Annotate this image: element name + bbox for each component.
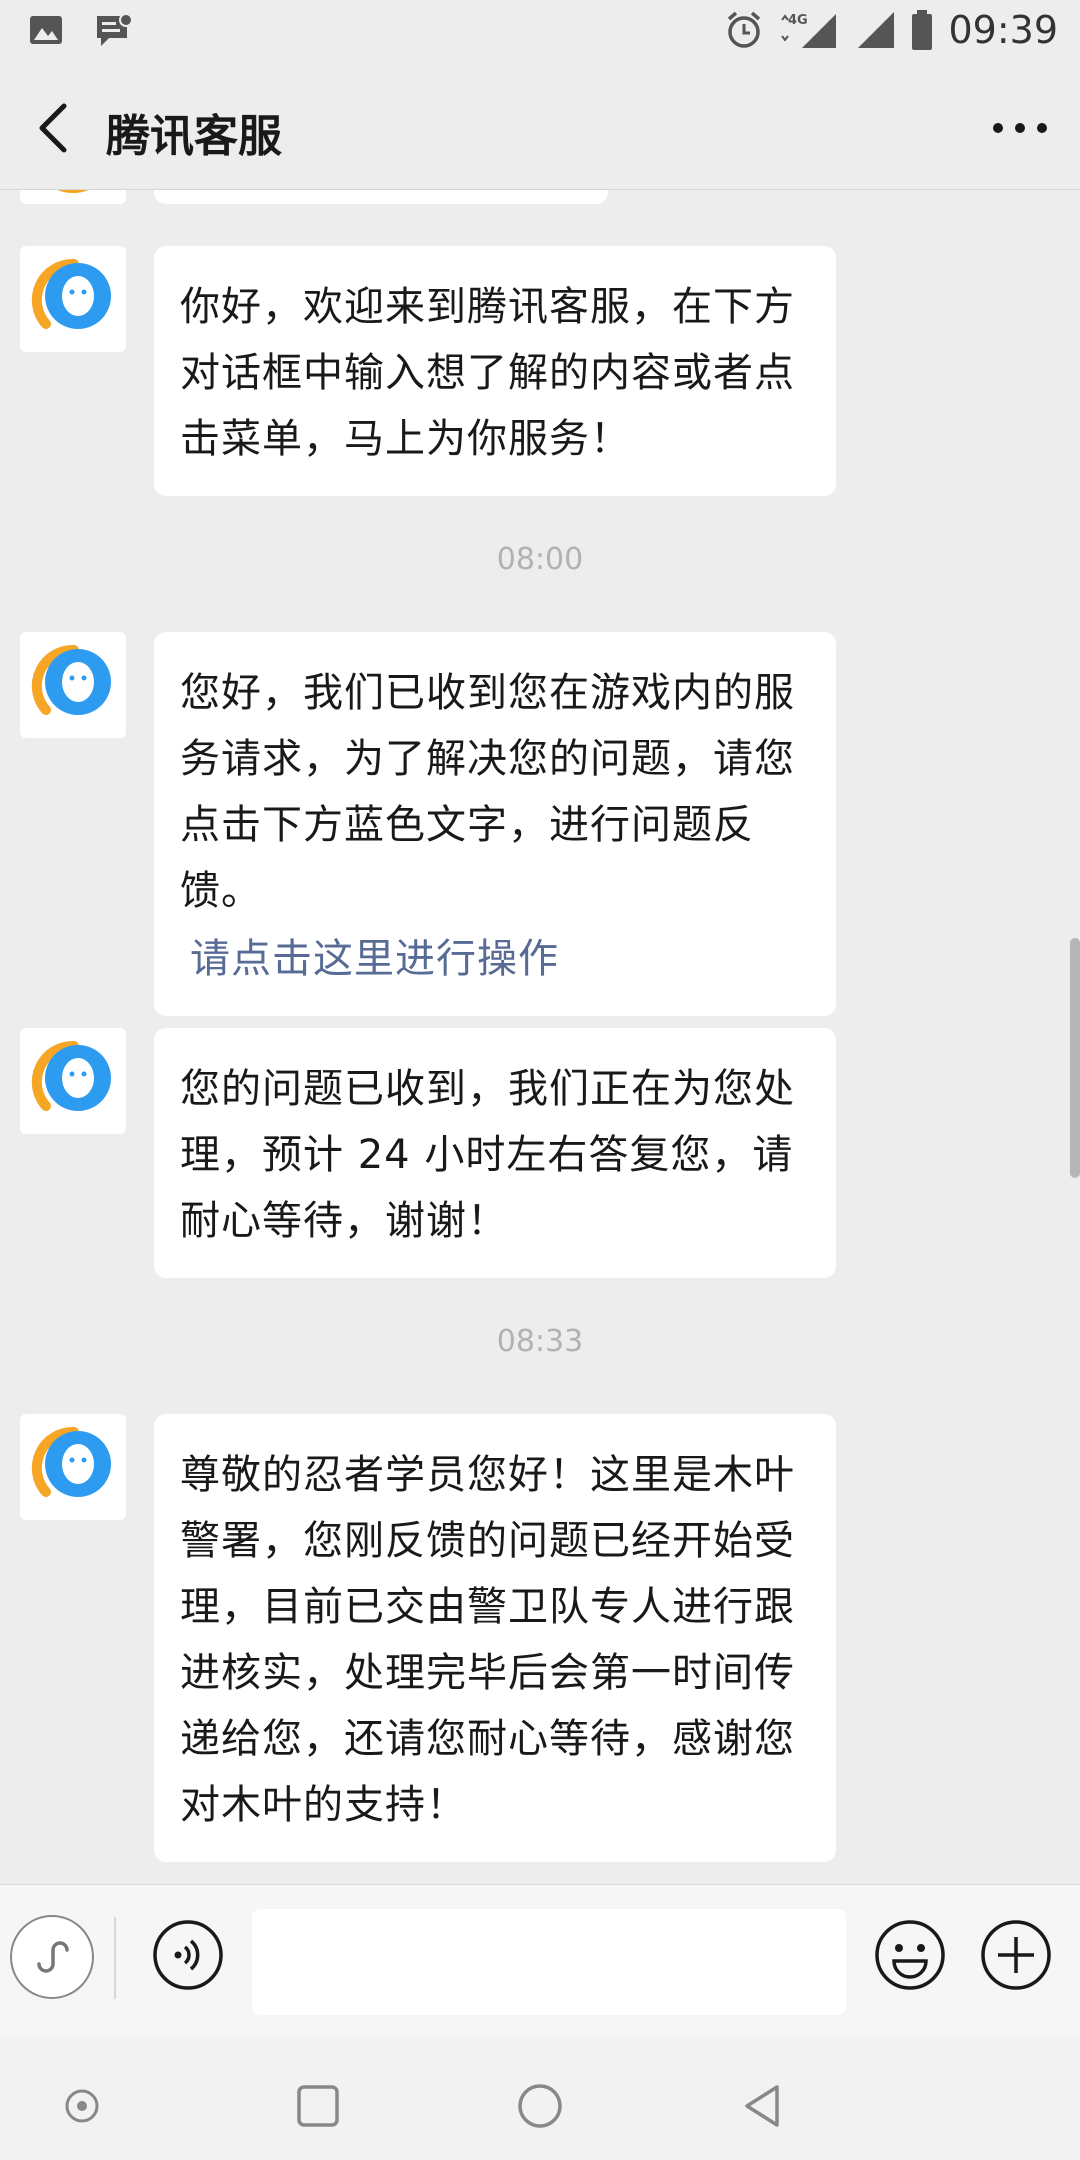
message-bubble: 您好，我们已收到您在游戏内的服务请求，为了解决您的问题，请您点击下方蓝色文字，进… (154, 632, 836, 1016)
recent-apps-icon (297, 2085, 339, 2127)
avatar[interactable] (20, 246, 126, 352)
message-bubble: 您的问题已收到，我们正在为您处理，预计 24 小时左右答复您，请耐心等待，谢谢！ (154, 1028, 836, 1278)
back-arrow-icon (39, 103, 67, 153)
assistant-nav-button[interactable] (52, 2076, 112, 2136)
signal-icon (858, 12, 895, 48)
emoji-button[interactable] (874, 1919, 946, 1991)
tencent-service-avatar-icon (31, 1040, 111, 1111)
plus-icon (981, 1920, 1051, 1990)
more-button[interactable] (992, 114, 1048, 142)
chat-area[interactable]: 你好，欢迎来到腾讯客服，在下方对话框中输入想了解的内容或者点击菜单，马上为你服务… (0, 190, 1080, 1884)
timestamp: 08:33 (496, 1324, 584, 1359)
tencent-service-avatar-icon (31, 258, 111, 329)
recent-apps-button[interactable] (288, 2076, 348, 2136)
tencent-service-avatar-icon (57, 190, 89, 193)
more-icon (993, 123, 1047, 133)
back-nav-button[interactable] (732, 2076, 792, 2136)
message-bubble: 尊敬的忍者学员您好！这里是木叶警署，您刚反馈的问题已经开始受理，目前已交由警卫队… (154, 1414, 836, 1862)
chat-header: 腾讯客服 (0, 64, 1080, 190)
voice-icon (153, 1920, 223, 1990)
voice-button[interactable] (152, 1919, 224, 1991)
feedback-link[interactable]: 请点击这里进行操作 (180, 926, 810, 992)
assistant-icon (65, 2089, 99, 2123)
input-bar (0, 1884, 1080, 2036)
mini-program-icon (37, 1941, 69, 1973)
mini-program-button[interactable] (10, 1915, 94, 1999)
back-button[interactable] (30, 100, 78, 156)
message-text: 您好，我们已收到您在游戏内的服务请求，为了解决您的问题，请您点击下方蓝色文字，进… (180, 670, 795, 914)
back-triangle-icon (745, 2085, 779, 2127)
tencent-service-avatar-icon (31, 644, 111, 715)
message-text: 您的问题已收到，我们正在为您处理，预计 24 小时左右答复您，请耐心等待，谢谢！ (180, 1066, 795, 1244)
avatar[interactable] (20, 190, 126, 204)
alarm-icon (728, 11, 761, 48)
scrollbar[interactable] (1070, 938, 1080, 1178)
message-bubble: 你好，欢迎来到腾讯客服，在下方对话框中输入想了解的内容或者点击菜单，马上为你服务… (154, 246, 836, 496)
emoji-icon (875, 1920, 945, 1990)
message-bubble (154, 190, 608, 204)
battery-icon (912, 10, 933, 50)
message-notification-icon (97, 13, 133, 46)
message-input[interactable] (252, 1909, 846, 2015)
divider (114, 1917, 116, 1999)
tencent-service-avatar-icon (31, 1426, 111, 1497)
avatar[interactable] (20, 632, 126, 738)
home-button[interactable] (510, 2076, 570, 2136)
status-bar: 4G 09:39 (0, 0, 1080, 64)
gallery-notification-icon (30, 16, 62, 44)
message-text: 尊敬的忍者学员您好！这里是木叶警署，您刚反馈的问题已经开始受理，目前已交由警卫队… (180, 1452, 795, 1828)
home-icon (518, 2084, 562, 2128)
svg-text:4G: 4G (788, 13, 808, 28)
plus-button[interactable] (980, 1919, 1052, 1991)
avatar[interactable] (20, 1414, 126, 1520)
status-time: 09:39 (948, 8, 1058, 52)
message-text: 你好，欢迎来到腾讯客服，在下方对话框中输入想了解的内容或者点击菜单，马上为你服务… (180, 284, 795, 462)
system-nav-bar (0, 2036, 1080, 2160)
page-title: 腾讯客服 (106, 111, 282, 162)
avatar[interactable] (20, 1028, 126, 1134)
signal-4g-icon: 4G (781, 13, 837, 48)
timestamp: 08:00 (496, 542, 584, 577)
